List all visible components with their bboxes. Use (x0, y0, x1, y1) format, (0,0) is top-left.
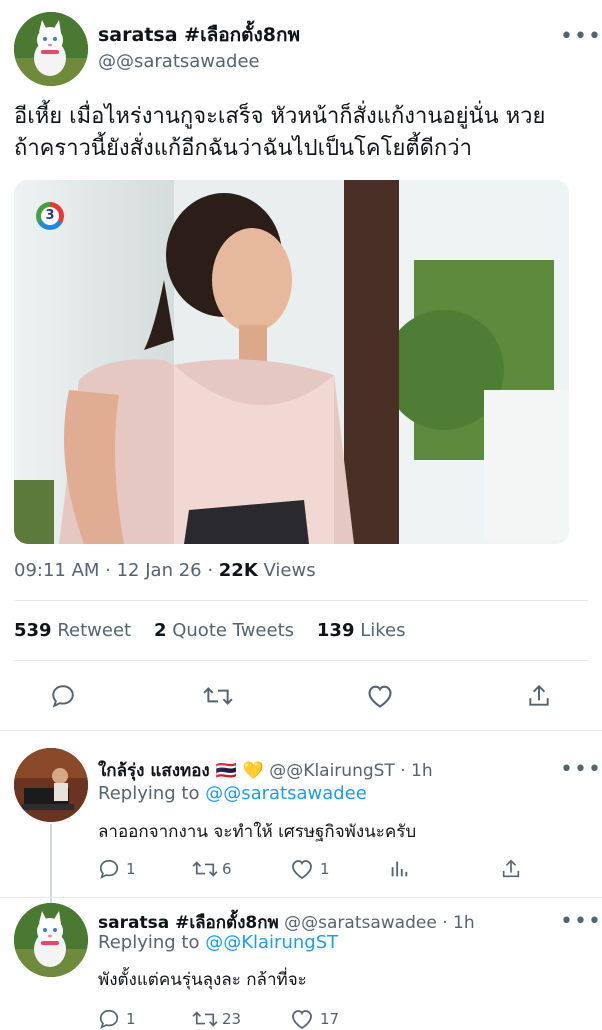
quotes-stat[interactable]: 2 Quote Tweets (154, 620, 294, 641)
replying-to-link[interactable]: @@KlairungST (205, 932, 338, 953)
reply-avatar[interactable] (14, 903, 88, 977)
retweet-icon[interactable] (192, 1008, 218, 1030)
replying-to: Replying to @@saratsawadee (98, 783, 367, 804)
reply-text: พังตั้งแต่คนรุ่นลุงละ กล้าที่จะ (98, 970, 307, 990)
retweet-icon[interactable] (192, 858, 218, 880)
share-icon[interactable] (526, 683, 552, 709)
like-count: 17 (320, 1010, 340, 1028)
reply-count: 1 (126, 1010, 136, 1028)
channel-badge-number: 3 (41, 207, 59, 225)
reply-avatar[interactable] (14, 748, 88, 822)
reply-text: ลาออกจากงาน จะทำให้ เศรษฐกิจพังนะครับ (98, 822, 417, 842)
tweet-text-line: อีเหี้ย เมื่อไหร่งานกูจะเสร็จ หัวหน้าก็ส… (14, 104, 546, 129)
likes-stat[interactable]: 139 Likes (317, 620, 406, 641)
channel-badge: 3 (36, 202, 64, 230)
divider (14, 660, 588, 661)
like-icon[interactable] (290, 858, 314, 880)
reply-author-handle[interactable]: @@saratsawadee · 1h (284, 913, 474, 933)
reply-actions: 1 23 17 (98, 1008, 388, 1030)
reply-icon[interactable] (98, 1008, 120, 1030)
retweets-count: 539 (14, 620, 52, 641)
divider (0, 897, 602, 898)
reply-author-handle[interactable]: @@KlairungST · 1h (269, 761, 432, 781)
analytics-icon[interactable] (388, 858, 410, 880)
more-icon[interactable]: ••• (560, 911, 602, 933)
replying-to: Replying to @@KlairungST (98, 932, 338, 953)
likes-label: Likes (360, 620, 406, 641)
views-count: 22K (218, 560, 258, 581)
more-icon[interactable]: ••• (560, 26, 602, 48)
share-icon[interactable] (500, 858, 522, 880)
thread-line (50, 824, 52, 906)
reply-author-name[interactable]: ใกล้รุ่ง แสงทอง 🇹🇭 💛 (98, 761, 264, 781)
reply-count: 1 (126, 860, 136, 878)
replying-label: Replying to (98, 932, 200, 953)
quotes-label: Quote Tweets (172, 620, 294, 641)
tweet-stats: 539 Retweet 2 Quote Tweets 139 Likes (14, 620, 405, 641)
more-icon[interactable]: ••• (560, 759, 602, 781)
like-icon[interactable] (290, 1008, 314, 1030)
reply-icon[interactable] (98, 858, 120, 880)
tweet-media-image[interactable]: 3 (14, 180, 569, 544)
like-count: 1 (320, 860, 330, 878)
reply-actions: 1 6 1 (98, 858, 522, 880)
retweets-label: Retweet (57, 620, 132, 641)
replying-to-link[interactable]: @@saratsawadee (205, 783, 367, 804)
retweet-count: 6 (222, 860, 232, 878)
retweets-stat[interactable]: 539 Retweet (14, 620, 131, 641)
retweet-count: 23 (222, 1010, 242, 1028)
tweet-text-line: ถ้าคราวนี้ยังสั่งแก้อีกฉันว่าฉันไปเป็นโค… (14, 136, 472, 161)
author-name[interactable]: saratsa #เลือกตั้ง8กพ (98, 20, 300, 50)
replying-label: Replying to (98, 783, 200, 804)
quotes-count: 2 (153, 620, 167, 641)
author-handle[interactable]: @@saratsawadee (98, 51, 260, 72)
likes-count: 139 (316, 620, 355, 641)
author-avatar[interactable] (14, 12, 88, 86)
reply-icon[interactable] (50, 683, 76, 709)
tweet-time: 09:11 AM · 12 Jan 26 · (14, 560, 214, 581)
views-label: Views (263, 560, 316, 581)
retweet-icon[interactable] (203, 683, 233, 709)
tweet-text: อีเหี้ย เมื่อไหร่งานกูจะเสร็จ หัวหน้าก็ส… (14, 101, 545, 165)
reply-author-name[interactable]: saratsa #เลือกตั้ง8กพ (98, 913, 279, 933)
like-icon[interactable] (366, 683, 394, 709)
divider (14, 600, 588, 601)
reply-header: ใกล้รุ่ง แสงทอง 🇹🇭 💛 @@KlairungST · 1h (98, 757, 433, 784)
divider (0, 730, 602, 731)
tweet-timestamp: 09:11 AM · 12 Jan 26 · 22K Views (14, 560, 316, 581)
